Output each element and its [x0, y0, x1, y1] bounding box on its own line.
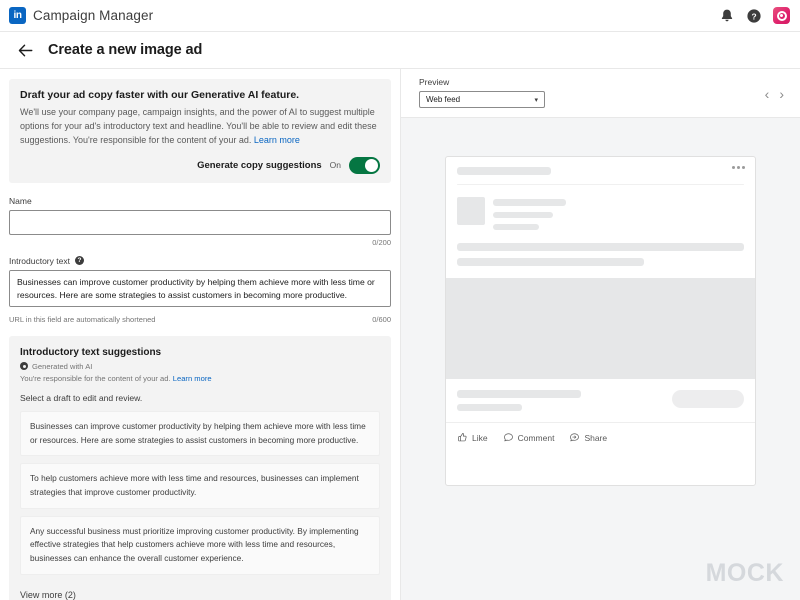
skeleton-divider	[457, 184, 744, 185]
introductory-text-counter: 0/600	[372, 315, 391, 324]
preview-format-value: Web feed	[426, 95, 460, 104]
name-field-meta: 0/200	[9, 238, 391, 247]
preview-format-select[interactable]: Web feed ▾	[419, 91, 545, 108]
notifications-bell-icon[interactable]	[719, 8, 735, 24]
toggle-knob	[365, 159, 378, 172]
dot	[732, 166, 735, 169]
help-icon[interactable]: ?	[746, 8, 762, 24]
introductory-text-info-icon[interactable]: ?	[75, 256, 84, 265]
ai-banner-title: Draft your ad copy faster with our Gener…	[20, 89, 380, 101]
generated-with-ai-row: Generated with AI	[20, 362, 380, 371]
suggestion-item[interactable]: To help customers achieve more with less…	[20, 463, 380, 508]
skeleton-line	[457, 243, 744, 251]
introductory-text-field-group: Introductory text ? URL in this field ar…	[9, 256, 391, 324]
like-label: Like	[472, 433, 488, 443]
skeleton-line	[493, 212, 553, 218]
ad-preview-card: Like Comment	[445, 156, 756, 486]
generate-copy-toggle-state: On	[330, 160, 341, 170]
skeleton-line	[457, 390, 581, 398]
select-draft-prompt: Select a draft to edit and review.	[20, 393, 380, 403]
suggestion-item[interactable]: Any successful business must prioritize …	[20, 516, 380, 575]
linkedin-logo-icon: in	[9, 7, 26, 24]
introductory-text-label: Introductory text	[9, 256, 70, 266]
name-field-label: Name	[9, 196, 391, 206]
name-input[interactable]	[9, 210, 391, 235]
skeleton-avatar	[457, 197, 485, 225]
introductory-text-meta: URL in this field are automatically shor…	[9, 315, 391, 324]
next-preview-button[interactable]: ›	[779, 87, 784, 101]
topbar-icon-group: ?	[719, 7, 790, 24]
introductory-text-hint: URL in this field are automatically shor…	[9, 315, 155, 324]
generated-with-ai-label: Generated with AI	[32, 362, 92, 371]
skeleton-promoted-label	[457, 167, 551, 175]
ad-social-actions: Like Comment	[446, 422, 755, 443]
comment-bubble-icon	[503, 432, 514, 443]
ai-banner-learn-more-link[interactable]: Learn more	[254, 135, 300, 145]
app-badge-ring	[777, 11, 787, 21]
campaign-manager-app: in Campaign Manager ? Create a new im	[0, 0, 800, 600]
top-navigation-bar: in Campaign Manager ?	[0, 0, 800, 32]
preview-nav-arrows: ‹ ›	[765, 77, 784, 101]
brand-name-label: Campaign Manager	[33, 8, 153, 23]
ai-sparkle-icon	[20, 362, 28, 370]
ai-banner-description-text: We'll use your company page, campaign in…	[20, 107, 377, 145]
introductory-text-label-row: Introductory text ?	[9, 256, 391, 266]
generate-copy-toggle-row: Generate copy suggestions On	[20, 157, 380, 174]
ad-card-header	[446, 157, 755, 266]
skeleton-line	[457, 404, 522, 411]
page-header: Create a new image ad	[0, 32, 800, 69]
suggestion-item[interactable]: Businesses can improve customer producti…	[20, 411, 380, 456]
suggestions-title: Introductory text suggestions	[20, 347, 380, 358]
like-action[interactable]: Like	[457, 432, 488, 443]
suggestions-responsibility-row: You're responsible for the content of yo…	[20, 374, 380, 383]
introductory-text-suggestions-card: Introductory text suggestions Generated …	[9, 336, 391, 600]
share-bubble-icon	[569, 432, 580, 443]
brand-logo-group[interactable]: in Campaign Manager	[9, 7, 153, 24]
dot	[742, 166, 745, 169]
ad-form-panel: Draft your ad copy faster with our Gener…	[0, 69, 400, 600]
comment-action[interactable]: Comment	[503, 432, 555, 443]
ad-card-footer	[446, 379, 755, 411]
ad-profile-lines	[493, 197, 744, 230]
view-more-suggestions-link[interactable]: View more (2)	[20, 590, 76, 600]
thumbs-up-icon	[457, 432, 468, 443]
preview-selector-group: Preview Web feed ▾	[419, 77, 545, 108]
introductory-text-textarea[interactable]	[9, 270, 391, 307]
chevron-down-icon: ▾	[534, 96, 538, 104]
page-title: Create a new image ad	[48, 42, 202, 58]
svg-text:?: ?	[751, 11, 756, 21]
app-badge-dot	[780, 14, 783, 17]
back-arrow-icon[interactable]	[17, 42, 34, 59]
name-field-group: Name 0/200	[9, 196, 391, 247]
preview-panel: Preview Web feed ▾ ‹ ›	[400, 69, 800, 600]
skeleton-line	[493, 199, 566, 206]
comment-label: Comment	[518, 433, 555, 443]
suggestions-learn-more-link[interactable]: Learn more	[173, 374, 212, 383]
app-switcher-icon[interactable]	[773, 7, 790, 24]
generate-copy-toggle-switch[interactable]	[349, 157, 380, 174]
skeleton-line	[457, 258, 644, 266]
share-label: Share	[584, 433, 607, 443]
ad-footer-lines	[457, 390, 581, 411]
preview-label: Preview	[419, 77, 545, 87]
previous-preview-button[interactable]: ‹	[765, 87, 770, 101]
ad-more-options-icon[interactable]	[732, 166, 745, 169]
suggestions-responsibility-text: You're responsible for the content of yo…	[20, 374, 171, 383]
page-body: Draft your ad copy faster with our Gener…	[0, 69, 800, 600]
generative-ai-banner: Draft your ad copy faster with our Gener…	[9, 79, 391, 183]
ad-profile-row	[457, 197, 744, 230]
dot	[737, 166, 740, 169]
ad-creative-image-placeholder	[446, 278, 755, 379]
share-action[interactable]: Share	[569, 432, 607, 443]
generate-copy-toggle-label: Generate copy suggestions	[197, 160, 322, 171]
name-character-counter: 0/200	[372, 238, 391, 247]
preview-header: Preview Web feed ▾ ‹ ›	[401, 69, 800, 118]
skeleton-line	[493, 224, 539, 230]
mock-watermark: MOCK	[706, 559, 784, 588]
skeleton-cta-button	[672, 390, 744, 408]
ai-banner-description: We'll use your company page, campaign in…	[20, 106, 380, 148]
preview-stage: Like Comment	[401, 118, 800, 600]
